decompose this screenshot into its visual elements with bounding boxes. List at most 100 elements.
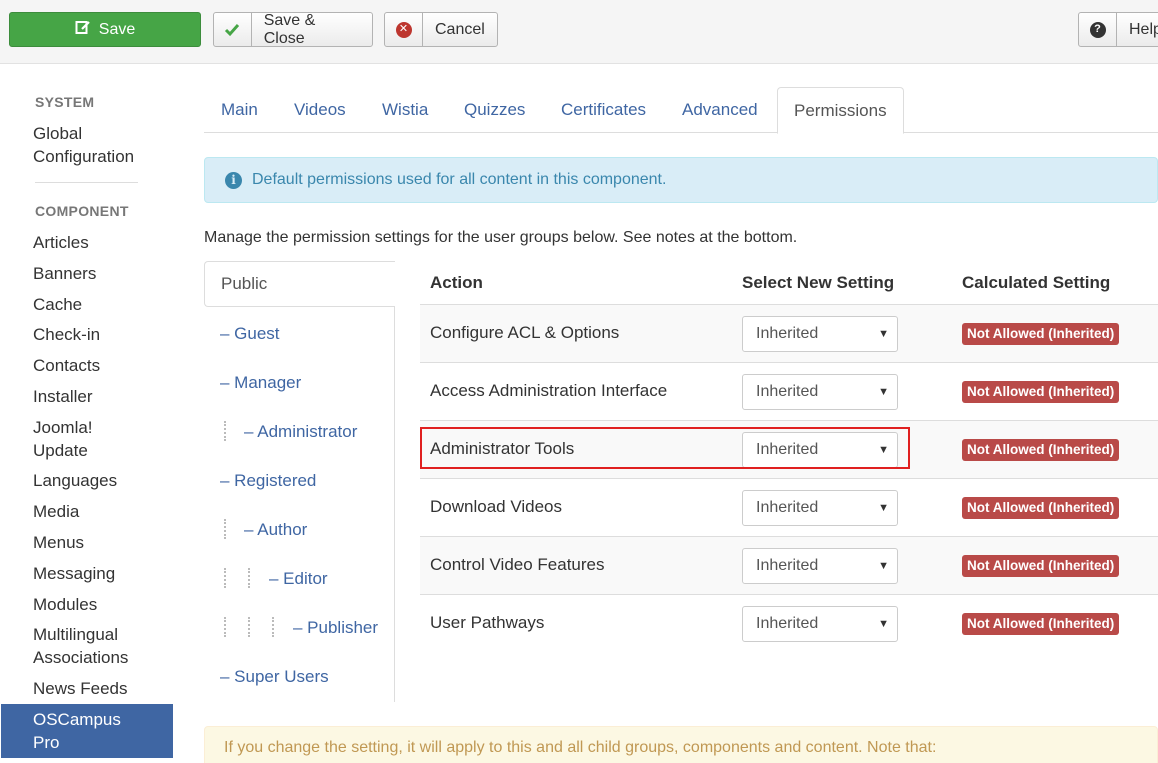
setting-select[interactable]: Inherited ▼ [742,606,898,642]
action-label: Control Video Features [430,555,605,574]
action-label: User Pathways [430,613,545,632]
save-close-label: Save & Close [263,11,316,47]
table-row: User Pathways Inherited ▼ Not Allowed (In… [420,594,1158,652]
select-value: Inherited [756,557,819,574]
setting-select[interactable]: Inherited ▼ [742,374,898,410]
tree-indent [224,568,226,588]
sidebar-item-check-in[interactable]: Check-in [33,323,163,346]
save-close-button[interactable]: Save & Close [213,12,373,47]
toolbar: Save Save & Close ✕ Cancel ? Help [0,0,1158,64]
caret-down-icon: ▼ [878,502,889,514]
group-tab-guest[interactable]: – Guest [220,324,280,344]
sidebar-item-multilingual-associations[interactable]: Multilingual Associations [33,623,163,669]
column-header-select-new-setting: Select New Setting [742,273,895,292]
tree-indent [224,519,226,539]
sidebar-item-news-feeds[interactable]: News Feeds [33,677,163,700]
select-value: Inherited [756,325,819,342]
caret-down-icon: ▼ [878,560,889,572]
sidebar-item-articles[interactable]: Articles [33,231,163,254]
setting-select[interactable]: Inherited ▼ [742,548,898,584]
action-label: Access Administration Interface [430,381,668,400]
cancel-circle-icon: ✕ [385,13,423,46]
user-group-list: Public – Guest – Manager – Administrator… [204,261,395,702]
caret-down-icon: ▼ [878,328,889,340]
table-row: Configure ACL & Options Inherited ▼ Not A… [420,304,1158,362]
edit-icon [75,19,91,40]
save-label: Save [98,20,136,38]
question-circle-icon: ? [1079,13,1117,46]
tab-bar: Main Videos Wistia Quizzes Certificates … [204,87,1158,134]
group-tab-publisher[interactable]: – Publisher [293,618,378,638]
group-tab-public[interactable]: Public [204,261,395,307]
tab-main[interactable]: Main [221,87,258,133]
highlight-box [420,427,910,469]
sidebar-item-label: OSCampus Pro [33,710,121,752]
tree-indent [272,617,274,637]
sidebar-item-installer[interactable]: Installer [33,385,163,408]
sidebar-item-cache[interactable]: Cache [33,293,163,316]
group-tab-administrator[interactable]: – Administrator [244,422,357,442]
tab-permissions[interactable]: Permissions [777,87,904,134]
sidebar-heading-component: COMPONENT [35,203,129,219]
table-row: Control Video Features Inherited ▼ Not Al… [420,536,1158,594]
group-tab-author[interactable]: – Author [244,520,307,540]
sidebar-heading-system: SYSTEM [35,94,95,110]
tree-indent [224,617,226,637]
sidebar-item-joomla-update[interactable]: Joomla! Update [33,416,113,462]
sidebar-item-menus[interactable]: Menus [33,531,163,554]
cancel-button[interactable]: ✕ Cancel [384,12,498,47]
caret-down-icon: ▼ [878,618,889,630]
column-header-action: Action [430,273,483,292]
calculated-badge: Not Allowed (Inherited) [962,555,1120,577]
caret-down-icon: ▼ [878,386,889,398]
action-label: Download Videos [430,497,562,516]
setting-select[interactable]: Inherited ▼ [742,490,898,526]
sidebar-item-modules[interactable]: Modules [33,593,163,616]
sidebar-item-global-configuration[interactable]: Global Configuration [33,122,163,168]
group-tab-registered[interactable]: – Registered [220,471,316,491]
table-row: Download Videos Inherited ▼ Not Allowed (… [420,478,1158,536]
info-alert: i Default permissions used for all conte… [204,157,1158,203]
manage-description: Manage the permission settings for the u… [204,229,798,246]
action-label: Configure ACL & Options [430,323,620,342]
calculated-badge: Not Allowed (Inherited) [962,497,1120,519]
warning-text: If you change the setting, it will apply… [224,739,937,756]
calculated-badge: Not Allowed (Inherited) [962,439,1120,461]
select-value: Inherited [756,383,819,400]
group-tab-editor[interactable]: – Editor [269,569,328,589]
tree-indent [248,617,250,637]
check-icon [214,13,252,46]
sidebar-item-contacts[interactable]: Contacts [33,354,163,377]
info-icon: i [225,171,242,189]
column-header-calculated-setting: Calculated Setting [962,273,1111,292]
sidebar-item-banners[interactable]: Banners [33,262,163,285]
tab-advanced[interactable]: Advanced [682,87,758,133]
help-button[interactable]: ? Help [1078,12,1158,47]
save-button[interactable]: Save [9,12,201,47]
sidebar-item-media[interactable]: Media [33,500,163,523]
tree-indent [248,568,250,588]
tab-wistia[interactable]: Wistia [382,87,428,133]
select-value: Inherited [756,615,819,632]
tab-certificates[interactable]: Certificates [561,87,646,133]
calculated-badge: Not Allowed (Inherited) [962,613,1120,635]
warning-alert: If you change the setting, it will apply… [204,726,1158,763]
cancel-label: Cancel [435,20,485,38]
tree-indent [224,421,226,441]
help-label: Help [1129,20,1158,38]
table-row: Access Administration Interface Inherite… [420,362,1158,420]
sidebar-item-languages[interactable]: Languages [33,469,163,492]
group-tab-manager[interactable]: – Manager [220,373,301,393]
sidebar-item-messaging[interactable]: Messaging [33,562,163,585]
tab-videos[interactable]: Videos [294,87,346,133]
select-value: Inherited [756,499,819,516]
tab-quizzes[interactable]: Quizzes [464,87,525,133]
sidebar-item-oscampus-pro[interactable]: OSCampus Pro [1,704,173,758]
info-text: Default permissions used for all content… [252,171,667,188]
setting-select[interactable]: Inherited ▼ [742,316,898,352]
sidebar: SYSTEM Global Configuration COMPONENT Ar… [0,64,175,763]
calculated-badge: Not Allowed (Inherited) [962,323,1120,345]
calculated-badge: Not Allowed (Inherited) [962,381,1120,403]
sidebar-divider [35,182,138,183]
group-tab-super-users[interactable]: – Super Users [220,667,329,687]
